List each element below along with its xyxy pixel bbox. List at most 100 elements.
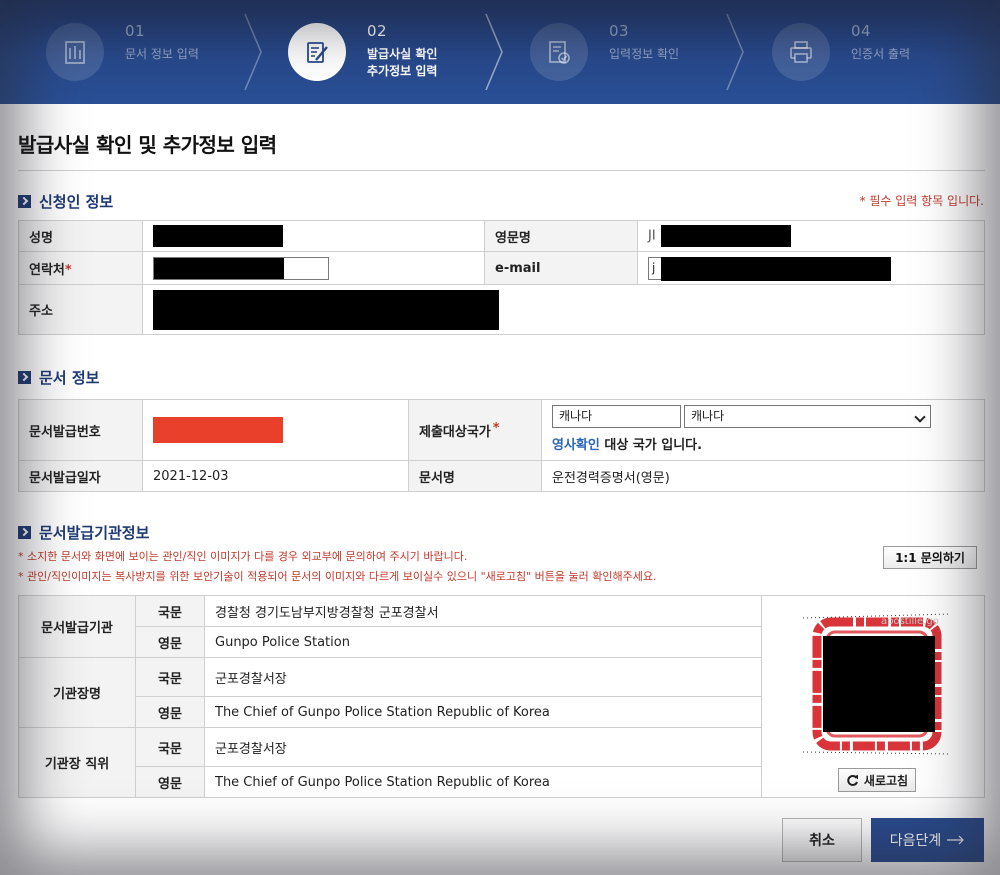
refresh-label: 새로고침: [863, 773, 909, 788]
issue-date-value: 2021-12-03: [142, 460, 409, 492]
email-label: e-mail: [484, 251, 638, 285]
doc-name-value: 운전경력증명서(영문): [541, 460, 985, 492]
inquiry-button[interactable]: 1:1 문의하기: [883, 546, 977, 569]
step-1-number: 01: [125, 22, 146, 40]
required-mark: *: [492, 420, 500, 436]
contact-label-text: 연락처: [29, 262, 65, 278]
section-arrow-icon: [18, 194, 31, 208]
country-label-text: 제출대상국가: [419, 424, 491, 440]
head-ko-value: 군포경찰서장: [204, 657, 762, 697]
step-3: 03 입력정보 확인: [530, 0, 730, 104]
eng-name-cell: JI: [637, 220, 985, 252]
chevron-right-icon: [726, 13, 744, 91]
step-1-label: 문서 정보 입력: [125, 47, 199, 61]
edit-document-icon: [288, 23, 346, 81]
consul-confirm-link[interactable]: 영사확인: [552, 438, 600, 453]
applicant-table: 성명 영문명 JI 연락처* e-mail j 주소: [18, 220, 985, 335]
step-4-label: 인증서 출력: [851, 47, 911, 61]
step-2-label-line1: 발급사실 확인: [367, 47, 438, 61]
issuer-section-header: 문서발급기관정보: [18, 522, 149, 542]
required-mark: *: [64, 262, 72, 278]
consul-note: 영사확인 대상 국가 입니다.: [552, 434, 974, 453]
step-2: 02 발급사실 확인 추가정보 입력: [288, 0, 488, 104]
step-1: 01 문서 정보 입력: [46, 0, 246, 104]
email-cell: j: [637, 251, 985, 285]
head-en-value: The Chief of Gunpo Police Station Republ…: [204, 696, 762, 728]
issuer-note-2: * 관인/직인이미지는 복사방지를 위한 보안기술이 적용되어 문서의 이미지와…: [18, 570, 657, 583]
org-ko-value: 경찰청 경기도남부지방경찰청 군포경찰서: [204, 595, 762, 627]
head-label: 기관장명: [18, 657, 136, 728]
issue-no-cell: [142, 399, 409, 461]
country-input[interactable]: 캐나다: [552, 405, 681, 428]
name-label: 성명: [18, 220, 143, 252]
contact-label: 연락처*: [18, 251, 143, 285]
ko-label: 국문: [135, 727, 205, 767]
document-check-icon: [530, 23, 588, 81]
next-step-label: 다음단계: [889, 833, 942, 849]
redacted-email: [661, 256, 891, 281]
section-arrow-icon: [18, 370, 31, 384]
printer-icon: [772, 23, 830, 81]
en-label: 영문: [135, 766, 205, 798]
arrow-right-icon: [947, 835, 965, 845]
position-label: 기관장 직위: [18, 727, 136, 798]
progress-stepper: 01 문서 정보 입력 02 발급사실 확인 추가정보 입력 03 입력정보 확…: [0, 0, 1000, 104]
redacted-eng-name: [660, 225, 791, 247]
issue-date-label: 문서발급일자: [18, 460, 143, 492]
document-section-title: 문서 정보: [39, 368, 100, 387]
name-cell: [142, 220, 485, 252]
step-2-label-line2: 추가정보 입력: [367, 64, 438, 78]
country-select[interactable]: 캐나다: [684, 405, 931, 428]
contact-cell: [142, 251, 485, 285]
address-label: 주소: [18, 284, 143, 335]
en-label: 영문: [135, 626, 205, 658]
consul-note-text: 대상 국가 입니다.: [599, 438, 703, 453]
applicant-section-header: 신청인 정보: [18, 191, 113, 211]
step-2-number: 02: [367, 22, 388, 40]
chevron-right-icon: [485, 13, 503, 91]
issuer-note-1: * 소지한 문서와 화면에 보이는 관인/직인 이미지가 다를 경우 외교부에 …: [18, 550, 468, 563]
chevron-down-icon: [914, 411, 926, 423]
document-table: 문서발급번호 제출대상국가 * 캐나다 캐나다 영사확인 대상 국가 입니다. 문…: [18, 399, 985, 492]
document-section-header: 문서 정보: [18, 367, 99, 387]
en-label: 영문: [135, 696, 205, 728]
building-icon: [46, 23, 104, 81]
country-controls: 캐나다 캐나다: [552, 405, 974, 428]
ko-label: 국문: [135, 595, 205, 627]
position-ko-value: 군포경찰서장: [204, 727, 762, 767]
official-seal-image: apostille.go: [802, 610, 952, 758]
redacted-name: [153, 225, 283, 247]
eng-name-label: 영문명: [484, 220, 638, 252]
section-arrow-icon: [18, 525, 31, 539]
step-4-number: 04: [851, 22, 872, 40]
chevron-right-icon: [244, 13, 262, 91]
next-step-button[interactable]: 다음단계: [871, 818, 984, 862]
country-select-value: 캐나다: [691, 409, 725, 423]
step-4: 04 인증서 출력: [772, 0, 972, 104]
org-en-value: Gunpo Police Station: [204, 626, 762, 658]
email-input[interactable]: j: [648, 256, 891, 281]
applicant-section-title: 신청인 정보: [39, 192, 114, 211]
page-title: 발급사실 확인 및 추가정보 입력: [18, 133, 277, 157]
divider: [18, 170, 985, 171]
cancel-button[interactable]: 취소: [782, 818, 862, 862]
position-en-value: The Chief of Gunpo Police Station Republ…: [204, 766, 762, 798]
seal-watermark: apostille.go: [881, 616, 939, 627]
redacted-address: [153, 289, 499, 330]
issuer-section-title: 문서발급기관정보: [39, 523, 150, 542]
refresh-icon: [847, 774, 858, 786]
issue-no-label: 문서발급번호: [18, 399, 143, 461]
refresh-button[interactable]: 새로고침: [838, 768, 916, 792]
step-3-label: 입력정보 확인: [609, 47, 680, 61]
redacted-contact: [154, 257, 284, 279]
contact-input[interactable]: [153, 256, 329, 280]
country-label: 제출대상국가 *: [408, 399, 542, 461]
org-label: 문서발급기관: [18, 595, 136, 658]
step-2-label: 발급사실 확인 추가정보 입력: [367, 46, 487, 80]
eng-name-prefix: JI: [648, 228, 656, 244]
required-note: * 필수 입력 항목 입니다.: [859, 194, 984, 208]
redacted-issue-number: [153, 417, 283, 443]
country-cell: 캐나다 캐나다 영사확인 대상 국가 입니다.: [541, 399, 985, 461]
email-prefix: j: [652, 260, 656, 275]
step-3-number: 03: [609, 22, 630, 40]
